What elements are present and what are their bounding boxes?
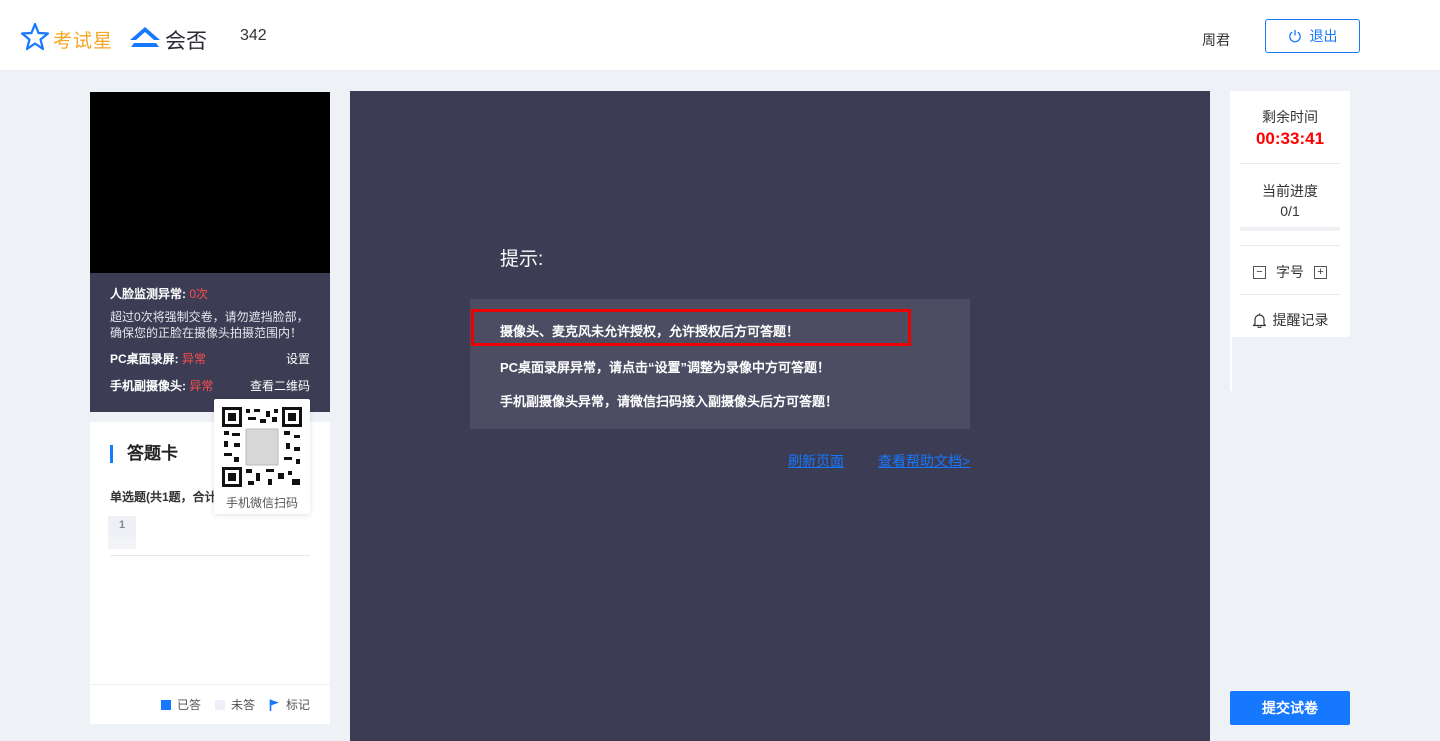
legend-unanswered-label: 未答	[230, 698, 255, 712]
qrcode-popover: 手机微信扫码	[214, 399, 310, 514]
flag-icon	[269, 699, 279, 711]
camera-preview	[90, 92, 330, 273]
pc-record-row: PC桌面录屏: 异常 设置	[110, 351, 310, 368]
mobile-camera-label: 手机副摄像头:	[110, 379, 186, 393]
answer-legend: 已答 未答 标记	[90, 684, 330, 724]
card-divider	[110, 555, 310, 556]
font-size-control: − 字号 +	[1230, 262, 1350, 282]
mobile-camera-status: 异常	[189, 379, 214, 393]
notice-line-mobile-camera: 手机副摄像头异常，请微信扫码接入副摄像头后方可答题！	[500, 394, 839, 409]
brand-name: 考试星	[53, 31, 114, 52]
submit-exam-button[interactable]: 提交试卷	[1230, 691, 1350, 725]
star-logo-icon	[20, 22, 50, 51]
face-monitor-row: 人脸监测异常: 0次	[110, 286, 310, 303]
face-monitor-count: 0次	[189, 287, 209, 301]
partner-logo-icon	[130, 27, 160, 47]
mobile-camera-row: 手机副摄像头: 异常 查看二维码	[110, 378, 310, 395]
divider	[1240, 163, 1340, 164]
pc-settings-link[interactable]: 设置	[286, 351, 310, 368]
bell-icon	[1252, 313, 1266, 328]
answered-swatch	[160, 699, 171, 710]
notice-box: 摄像头、麦克风未允许授权，允许授权后方可答题！ PC桌面录屏异常，请点击“设置”…	[470, 299, 970, 429]
help-doc-link[interactable]: 查看帮助文档>	[878, 451, 970, 471]
side-panel-empty-area	[1232, 337, 1364, 393]
time-label: 剩余时间	[1262, 109, 1318, 125]
divider	[1240, 294, 1340, 295]
answer-card-title: 答题卡	[110, 445, 178, 463]
view-qrcode-link[interactable]: 查看二维码	[250, 378, 310, 395]
question-number: 1	[118, 519, 126, 531]
face-monitor-label: 人脸监测异常:	[110, 287, 186, 301]
font-size-label: 字号	[1276, 264, 1304, 280]
unanswered-swatch	[214, 699, 225, 710]
question-number-button[interactable]: 1	[108, 516, 136, 549]
countdown-timer: 00:33:41	[1255, 129, 1325, 148]
progress-value: 0/1	[1280, 203, 1300, 219]
user-name: 周君	[1202, 32, 1230, 48]
face-warning-text: 超过0次将强制交卷，请勿遮挡脸部，确保您的正脸在摄像头拍摄范围内！	[110, 310, 309, 340]
exam-id: 342	[240, 27, 267, 44]
notice-line-pc-record: PC桌面录屏异常，请点击“设置”调整为录像中方可答题！	[500, 360, 831, 375]
question-button-base	[108, 537, 136, 549]
top-header: 考试星 会否 342 周君 退出	[0, 0, 1440, 71]
pc-record-label: PC桌面录屏:	[110, 352, 179, 366]
qr-caption: 手机微信扫码	[225, 496, 298, 510]
remind-record-label: 提醒记录	[1272, 312, 1329, 328]
font-decrease-button[interactable]: −	[1253, 265, 1266, 279]
qr-code-image	[222, 407, 302, 487]
logout-label: 退出	[1309, 28, 1338, 44]
section-label: 单选题(共1题，合计	[110, 490, 217, 504]
pc-record-status: 异常	[182, 352, 207, 366]
power-icon	[1288, 30, 1301, 43]
progress-label: 当前进度	[1262, 183, 1318, 199]
divider	[1240, 245, 1340, 246]
exam-content-area: 提示: 摄像头、麦克风未允许授权，允许授权后方可答题！ PC桌面录屏异常，请点击…	[350, 91, 1210, 741]
progress-bar	[1240, 227, 1340, 231]
monitor-panel: 人脸监测异常: 0次 超过0次将强制交卷，请勿遮挡脸部，确保您的正脸在摄像头拍摄…	[90, 273, 330, 412]
notice-title: 提示:	[500, 249, 544, 270]
legend-marked-label: 标记	[285, 698, 310, 712]
legend-unanswered: 未答	[214, 696, 255, 713]
legend-marked: 标记	[269, 696, 310, 713]
refresh-page-link[interactable]: 刷新页面	[788, 451, 844, 471]
font-increase-button[interactable]: +	[1314, 265, 1327, 279]
side-panel: 剩余时间 00:33:41 当前进度 0/1 − 字号 + 提醒记录	[1230, 91, 1364, 393]
logout-button[interactable]: 退出	[1265, 19, 1360, 53]
legend-answered: 已答	[160, 696, 201, 713]
legend-answered-label: 已答	[176, 698, 201, 712]
remind-record-button[interactable]: 提醒记录	[1230, 310, 1350, 330]
notice-line-camera: 摄像头、麦克风未允许授权，允许授权后方可答题！	[500, 324, 800, 339]
partner-name: 会否	[165, 30, 207, 53]
